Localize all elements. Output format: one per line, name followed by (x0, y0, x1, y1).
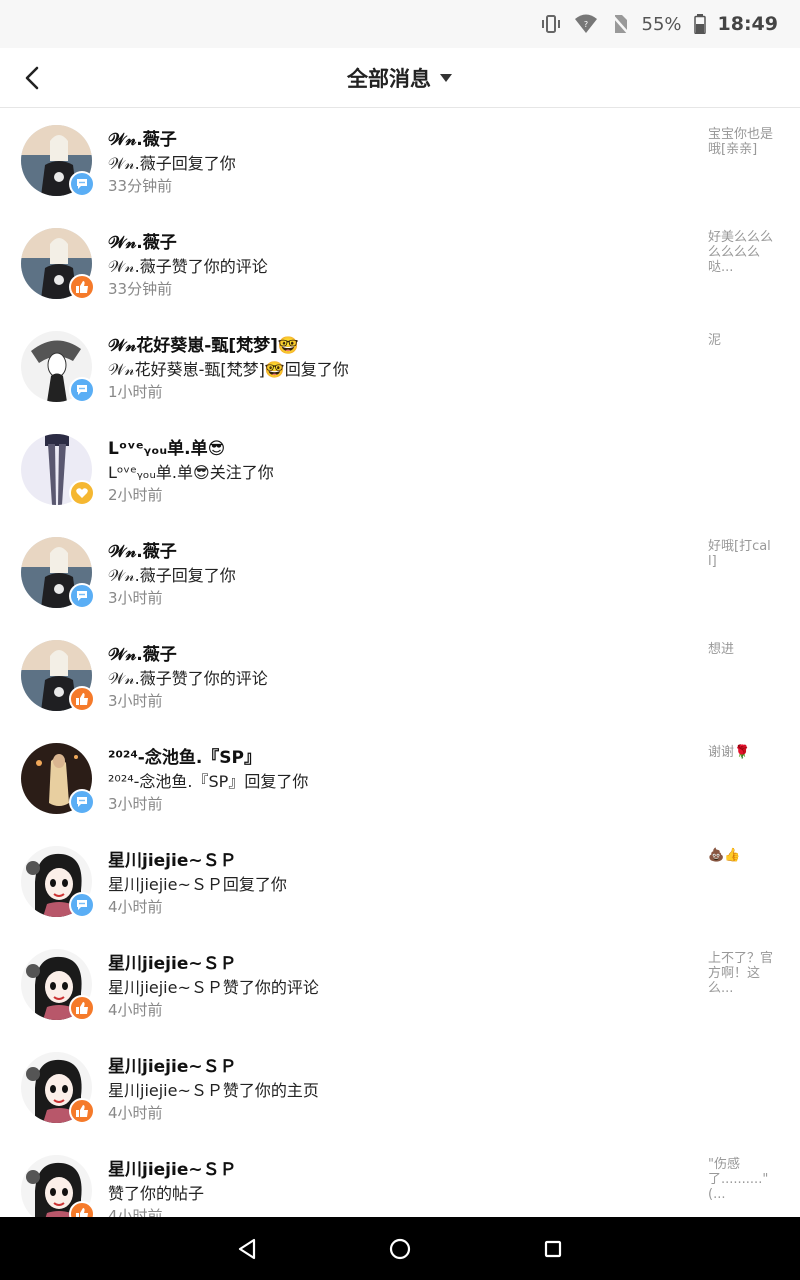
message-row[interactable]: 𝒲𝓃.薇子 𝒲𝓃.薇子赞了你的评论 33分钟前 好美么么么么么么么哒... (0, 212, 800, 315)
clock: 18:49 (717, 13, 778, 35)
content-preview[interactable]: 好哦[打call] (708, 539, 778, 569)
message-row[interactable]: 𝒲𝓃花好葵崽-甄[梵梦]🤓 𝒲𝓃花好葵崽-甄[梵梦]🤓回复了你 1小时前 泥 (0, 315, 800, 418)
sender-name[interactable]: Lᵒᵛᵉᵧₒᵤ单.单😎 (108, 434, 225, 459)
thumbs-up-icon (69, 1201, 95, 1217)
message-row[interactable]: 𝒲𝓃.薇子 𝒲𝓃.薇子回复了你 33分钟前 宝宝你也是哦[亲亲] (0, 109, 800, 212)
content-preview[interactable]: 想进 (708, 642, 778, 657)
timestamp: 4小时前 (108, 1207, 163, 1217)
sender-name[interactable]: 𝒲𝓃.薇子 (108, 640, 177, 665)
timestamp: 4小时前 (108, 1001, 163, 1019)
notification-text: 𝒲𝓃.薇子回复了你 (108, 566, 236, 585)
comment-icon (69, 377, 95, 403)
notification-text: Lᵒᵛᵉᵧₒᵤ单.单😎关注了你 (108, 463, 274, 482)
message-row[interactable]: 星川jiejie~ＳＰ 星川jiejie~ＳＰ赞了你的主页 4小时前 (0, 1036, 800, 1139)
thumbs-up-icon (69, 1098, 95, 1124)
page-title: 全部消息 (347, 67, 431, 91)
timestamp: 3小时前 (108, 589, 163, 607)
message-list[interactable]: 𝒲𝓃.薇子 𝒲𝓃.薇子回复了你 33分钟前 宝宝你也是哦[亲亲] 𝒲𝓃.薇子 𝒲𝓃.薇子赞… (0, 109, 800, 1217)
nav-recents-icon (545, 1240, 562, 1257)
thumbs-up-icon (69, 686, 95, 712)
notification-text: 星川jiejie~ＳＰ回复了你 (108, 875, 287, 894)
sender-name[interactable]: 𝒲𝓃花好葵崽-甄[梵梦]🤓 (108, 331, 299, 356)
timestamp: 3小时前 (108, 692, 163, 710)
content-preview[interactable]: 上不了？官方啊！这么... (708, 951, 778, 996)
no-sim-icon (610, 13, 630, 35)
nav-back-icon (238, 1238, 255, 1259)
message-row[interactable]: 星川jiejie~ＳＰ 赞了你的帖子 4小时前 "伤感了.........."(... (0, 1139, 800, 1217)
timestamp: 4小时前 (108, 898, 163, 916)
nav-home-icon (389, 1238, 411, 1259)
notification-text: 𝒲𝓃花好葵崽-甄[梵梦]🤓回复了你 (108, 360, 349, 379)
content-preview[interactable]: "伤感了.........."(... (708, 1157, 778, 1202)
message-row[interactable]: 星川jiejie~ＳＰ 星川jiejie~ＳＰ回复了你 4小时前 💩👍 (0, 830, 800, 933)
notification-text: ²⁰²⁴-念池鱼.『SP』回复了你 (108, 772, 309, 791)
comment-icon (69, 892, 95, 918)
nav-recents-button[interactable] (533, 1229, 573, 1269)
notification-text: 𝒲𝓃.薇子赞了你的评论 (108, 257, 268, 276)
message-row[interactable]: Lᵒᵛᵉᵧₒᵤ单.单😎 Lᵒᵛᵉᵧₒᵤ单.单😎关注了你 2小时前 (0, 418, 800, 521)
sender-name[interactable]: 𝒲𝓃.薇子 (108, 125, 177, 150)
battery-percent: 55% (641, 13, 682, 35)
comment-icon (69, 583, 95, 609)
content-preview[interactable]: 好美么么么么么么么哒... (708, 230, 778, 275)
notification-text: 𝒲𝓃.薇子赞了你的评论 (108, 669, 268, 688)
content-preview[interactable]: 谢谢🌹 (708, 745, 778, 760)
comment-icon (69, 171, 95, 197)
timestamp: 4小时前 (108, 1104, 163, 1122)
notification-text: 赞了你的帖子 (108, 1184, 205, 1203)
status-bar: ? 55% 18:49 (0, 0, 800, 48)
sender-name[interactable]: 星川jiejie~ＳＰ (108, 846, 237, 871)
nav-back-button[interactable] (227, 1229, 267, 1269)
sender-name[interactable]: 𝒲𝓃.薇子 (108, 537, 177, 562)
vibrate-icon (540, 13, 562, 35)
nav-home-button[interactable] (380, 1229, 420, 1269)
sender-name[interactable]: 星川jiejie~ＳＰ (108, 1155, 237, 1180)
notification-text: 𝒲𝓃.薇子回复了你 (108, 154, 236, 173)
comment-icon (69, 789, 95, 815)
thumbs-up-icon (69, 274, 95, 300)
battery-icon (693, 14, 706, 34)
timestamp: 33分钟前 (108, 280, 173, 298)
message-row[interactable]: 星川jiejie~ＳＰ 星川jiejie~ＳＰ赞了你的评论 4小时前 上不了？官方啊！… (0, 933, 800, 1036)
content-preview[interactable]: 泥 (708, 333, 778, 348)
message-row[interactable]: ²⁰²⁴-念池鱼.『SP』 ²⁰²⁴-念池鱼.『SP』回复了你 3小时前 谢谢🌹 (0, 727, 800, 830)
timestamp: 1小时前 (108, 383, 163, 401)
timestamp: 3小时前 (108, 795, 163, 813)
thumbs-up-icon (69, 995, 95, 1021)
message-row[interactable]: 𝒲𝓃.薇子 𝒲𝓃.薇子回复了你 3小时前 好哦[打call] (0, 521, 800, 624)
content-preview[interactable]: 💩👍 (708, 848, 778, 863)
sender-name[interactable]: 星川jiejie~ＳＰ (108, 949, 237, 974)
heart-icon (69, 480, 95, 506)
notification-text: 星川jiejie~ＳＰ赞了你的主页 (108, 1081, 319, 1100)
notification-text: 星川jiejie~ＳＰ赞了你的评论 (108, 978, 319, 997)
svg-text:?: ? (583, 20, 587, 29)
content-preview[interactable]: 宝宝你也是哦[亲亲] (708, 127, 778, 157)
timestamp: 33分钟前 (108, 177, 173, 195)
message-filter-dropdown[interactable]: 全部消息 (0, 48, 800, 108)
system-nav-bar (0, 1217, 800, 1280)
message-row[interactable]: 𝒲𝓃.薇子 𝒲𝓃.薇子赞了你的评论 3小时前 想进 (0, 624, 800, 727)
caret-down-icon (439, 73, 453, 83)
sender-name[interactable]: 𝒲𝓃.薇子 (108, 228, 177, 253)
wifi-icon: ? (574, 13, 598, 35)
sender-name[interactable]: 星川jiejie~ＳＰ (108, 1052, 237, 1077)
sender-name[interactable]: ²⁰²⁴-念池鱼.『SP』 (108, 743, 261, 768)
timestamp: 2小时前 (108, 486, 163, 504)
header: 全部消息 (0, 48, 800, 108)
